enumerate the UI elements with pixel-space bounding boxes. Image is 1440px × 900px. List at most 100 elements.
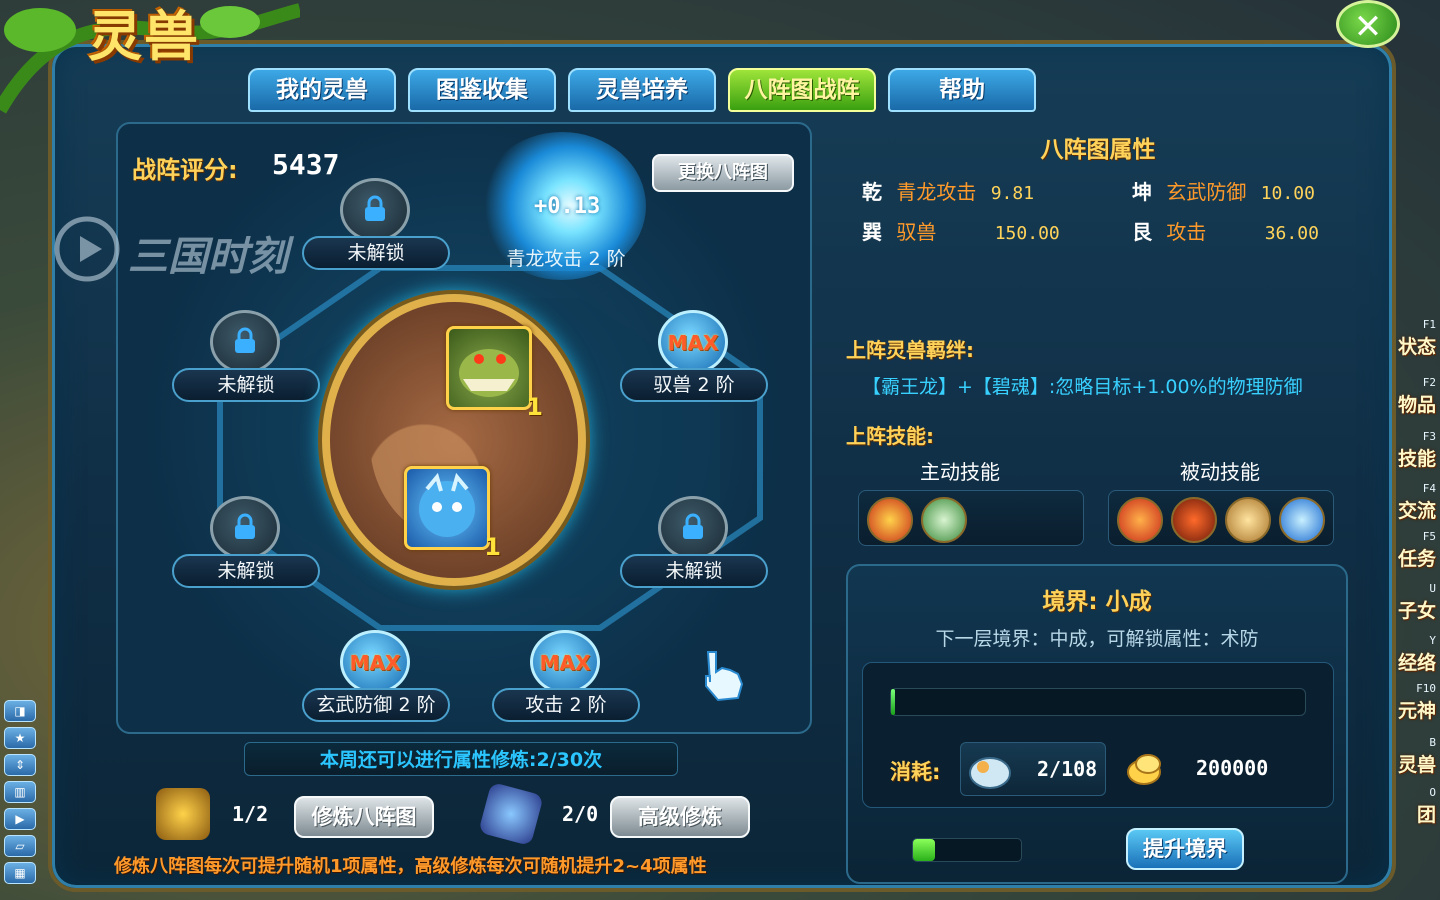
tab-help[interactable]: 帮助 xyxy=(888,68,1036,112)
slot-label: 玄武防御 2 阶 xyxy=(302,688,450,722)
hud-beast-button[interactable]: B 灵兽 xyxy=(1392,734,1438,782)
advanced-train-button[interactable]: 高级修炼 xyxy=(610,796,750,838)
weekly-training-count: 本周还可以进行属性修炼:2/30次 xyxy=(244,742,678,776)
hud-meridian-button[interactable]: Y 经络 xyxy=(1392,632,1438,680)
max-badge: MAX xyxy=(349,651,401,675)
attribute-row: 艮 攻击 36.00 xyxy=(1132,220,1319,244)
attribute-row: 坤 玄武防御 10.00 xyxy=(1132,180,1315,204)
cost-item-slot: 2/108 xyxy=(960,742,1106,796)
play-icon[interactable]: ▶ xyxy=(4,808,36,830)
fire-burst-skill-icon[interactable] xyxy=(1117,497,1163,543)
formation-slot-right-lower[interactable]: 未解锁 xyxy=(620,496,768,592)
water-skill-icon[interactable] xyxy=(1279,497,1325,543)
close-button[interactable]: ✕ xyxy=(1336,0,1400,48)
realm-next-info: 下一层境界：中成，可解锁属性：术防 xyxy=(935,628,1259,650)
formation-slot-bottom-right[interactable]: MAX 攻击 2 阶 xyxy=(492,630,640,726)
active-skills-box xyxy=(858,490,1084,546)
tab-formation[interactable]: 八阵图战阵 xyxy=(728,68,876,112)
hud-children-button[interactable]: U 子女 xyxy=(1392,580,1438,628)
hud-status-button[interactable]: F1 状态 xyxy=(1392,316,1438,364)
hud-spirit-button[interactable]: F10 元神 xyxy=(1392,680,1438,728)
slot-label: 未解锁 xyxy=(302,236,450,270)
passive-skills-label: 被动技能 xyxy=(1180,460,1260,484)
slot-orb: MAX xyxy=(658,310,728,374)
golden-shield-skill-icon[interactable] xyxy=(1225,497,1271,543)
lock-icon xyxy=(235,513,255,539)
slot-label: 驭兽 2 阶 xyxy=(620,368,768,402)
lock-icon xyxy=(683,513,703,539)
glow-bonus-value: +0.13 xyxy=(534,194,601,219)
pet-level: 1 xyxy=(526,393,543,421)
basic-train-count: 1/2 xyxy=(232,802,269,826)
training-tip: 修炼八阵图每次可提升随机1项属性，高级修炼每次可随机提升2~4项属性 xyxy=(114,856,707,877)
lock-icon xyxy=(235,327,255,353)
window-logo: 灵兽 xyxy=(88,5,200,68)
formation-score-value: 5437 xyxy=(272,148,340,181)
hud-team-button[interactable]: O团 xyxy=(1392,784,1438,832)
hud-skills-button[interactable]: F3 技能 xyxy=(1392,428,1438,476)
secondary-progress-bar xyxy=(912,838,1022,862)
hand-cursor-icon xyxy=(705,651,744,702)
tab-collection[interactable]: 图鉴收集 xyxy=(408,68,556,112)
formation-slot-bottom-left[interactable]: MAX 玄武防御 2 阶 xyxy=(302,630,450,726)
tab-training[interactable]: 灵兽培养 xyxy=(568,68,716,112)
attribute-row: 巽 驭兽 150.00 xyxy=(862,220,1060,244)
close-icon: ✕ xyxy=(1353,7,1383,47)
hud-items-button[interactable]: F2 物品 xyxy=(1392,374,1438,422)
arrows-icon[interactable]: ⇕ xyxy=(4,754,36,776)
active-skills-label: 主动技能 xyxy=(920,460,1000,484)
star-icon[interactable]: ★ xyxy=(4,727,36,749)
realm-title: 境界: 小成 xyxy=(1042,589,1152,615)
cost-gold-amount: 200000 xyxy=(1196,756,1269,780)
dragon-pet-icon xyxy=(459,349,519,397)
split-icon[interactable]: ◨ xyxy=(4,700,36,722)
max-badge: MAX xyxy=(667,331,719,355)
cost-gold-slot: 200000 xyxy=(1120,742,1280,796)
skills-label: 上阵技能: xyxy=(846,424,934,448)
max-badge: MAX xyxy=(539,651,591,675)
slot-label: 未解锁 xyxy=(172,554,320,588)
realm-progress-fill xyxy=(891,689,896,715)
fire-claw-skill-icon[interactable] xyxy=(867,497,913,543)
formation-slot-left-upper[interactable]: 未解锁 xyxy=(172,310,320,406)
pill-item-icon xyxy=(969,757,1011,789)
swap-formation-button[interactable]: 更换八阵图 xyxy=(652,154,794,192)
attributes-title: 八阵图属性 xyxy=(1040,137,1156,163)
gold-coin-icon xyxy=(1127,754,1161,785)
slot-label: 未解锁 xyxy=(172,368,320,402)
advanced-train-count: 2/0 xyxy=(562,802,599,826)
lava-skill-icon[interactable] xyxy=(1171,497,1217,543)
slot-orb: MAX xyxy=(340,630,410,694)
hud-quest-button[interactable]: F5 任务 xyxy=(1392,528,1438,576)
attribute-row: 乾 青龙攻击 9.81 xyxy=(862,180,1035,204)
slot-orb xyxy=(658,496,728,560)
upgrade-realm-button[interactable]: 提升境界 xyxy=(1126,828,1244,870)
slot-orb xyxy=(340,178,410,242)
slot-orb xyxy=(210,310,280,374)
formation-score-label: 战阵评分: xyxy=(132,156,238,184)
glow-attribute-label: 青龙攻击 2 阶 xyxy=(506,248,626,270)
green-shield-skill-icon[interactable] xyxy=(921,497,967,543)
formation-slot-right-upper[interactable]: MAX 驭兽 2 阶 xyxy=(620,310,768,406)
train-formation-button[interactable]: 修炼八阵图 xyxy=(294,796,434,838)
eraser-icon[interactable]: ▱ xyxy=(4,835,36,857)
hud-social-button[interactable]: F4 交流 xyxy=(1392,480,1438,528)
bond-label: 上阵灵兽羁绊: xyxy=(846,338,974,362)
slot-label: 未解锁 xyxy=(620,554,768,588)
cost-label: 消耗: xyxy=(890,760,941,784)
dragon-pet-slot[interactable]: 1 xyxy=(446,326,543,421)
lock-icon xyxy=(365,195,385,221)
slot-label: 攻击 2 阶 xyxy=(492,688,640,722)
blue-beast-pet-icon xyxy=(419,472,475,537)
grid-icon[interactable]: ▦ xyxy=(4,862,36,884)
chart-icon[interactable]: ▥ xyxy=(4,781,36,803)
blue-beast-pet-slot[interactable]: 1 xyxy=(404,466,501,561)
cost-item-count: 2/108 xyxy=(1037,757,1098,781)
slot-orb xyxy=(210,496,280,560)
bond-text: 【霸王龙】+【碧魂】:忽略目标+1.00%的物理防御 xyxy=(862,376,1303,398)
game-screen: F1 状态 F2 物品 F3 技能 F4 交流 F5 任务 U 子女 Y 经络 F10 元神 B… xyxy=(0,0,1440,900)
taiji-scroll-icon xyxy=(156,788,210,840)
formation-slot-left-lower[interactable]: 未解锁 xyxy=(172,496,320,592)
tab-my-beasts[interactable]: 我的灵兽 xyxy=(248,68,396,112)
formation-slot-top-left[interactable]: 未解锁 xyxy=(302,178,450,274)
